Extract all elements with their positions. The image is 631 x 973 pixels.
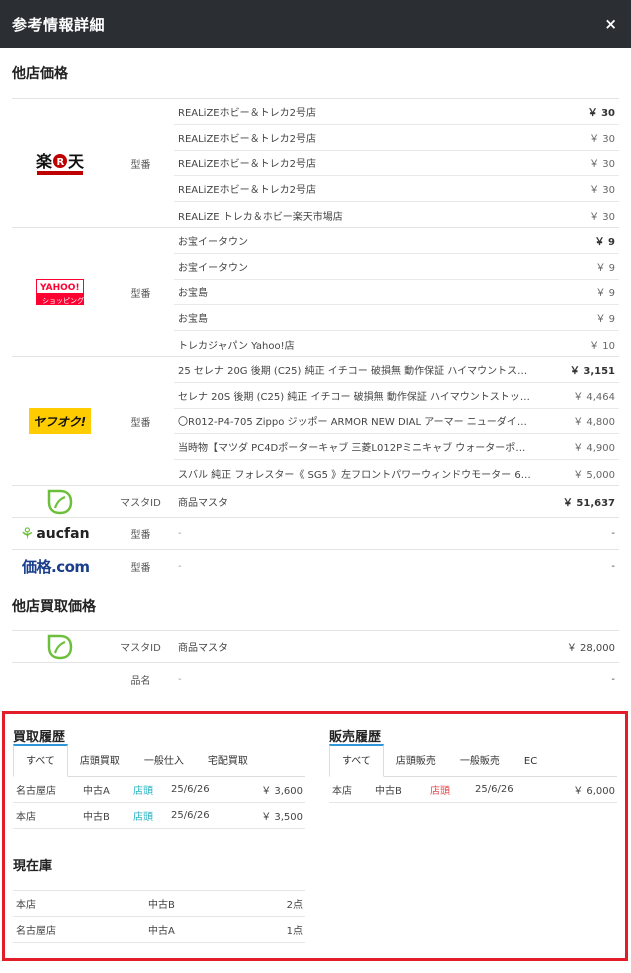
aucfan-name: - (178, 528, 182, 539)
buy-master-name: 商品マスタ (178, 643, 228, 654)
type-label: 型番 (130, 288, 151, 300)
type-label: マスタID (120, 643, 161, 654)
buy-history-title: 買取履歴 (13, 730, 66, 745)
tab-buy-delivery[interactable]: 宅配買取 (196, 752, 260, 776)
list-item: REALiZEホビー＆トレカ2号店 ￥ 30 (174, 125, 619, 151)
buy-row-name: 品名 - - (12, 663, 619, 695)
table-row: 名古屋店 中古A 店頭 25/6/26 ￥ 3,600 (13, 777, 305, 803)
price-row-aucfan: ⚘ aucfan 型番 - - (12, 518, 619, 550)
list-item: REALiZE トレカ＆ホビー楽天市場店 ￥ 30 (178, 211, 615, 223)
list-item: セレナ 20S 後期 (C25) 純正 イチコー 破損無 動作保証 ハイマウント… (174, 383, 619, 409)
table-row: 本店 中古B 店頭 25/6/26 ￥ 6,000 (329, 777, 617, 803)
list-item: お宝イータウン ￥ 9 (174, 254, 619, 280)
list-item: お宝島 ￥ 9 (174, 305, 619, 332)
other-store-price-table: 楽 R 天 型番 REALiZEホビー＆トレカ2号店 ￥ 30 REALiZEホビ… (12, 98, 619, 582)
svg-text:ショッピング: ショッピング (42, 296, 84, 305)
buy-name-price: - (611, 673, 615, 685)
modal-title: 参考情報詳細 (12, 15, 106, 34)
svg-text:天: 天 (68, 152, 85, 171)
buy-name-value: - (178, 673, 182, 685)
list-item: REALiZEホビー＆トレカ2号店 ￥ 30 (174, 151, 619, 177)
rakuten-logo: 楽 R 天 (12, 99, 107, 227)
price-group-rakuten: 楽 R 天 型番 REALiZEホビー＆トレカ2号店 ￥ 30 REALiZEホビ… (12, 99, 619, 228)
buy-history-panel: 買取履歴 すべて 店頭買取 一般仕入 宅配買取 名古屋店 中古A 店頭 25/6… (13, 726, 305, 943)
svg-text:楽: 楽 (35, 152, 53, 171)
master-price: ￥ 51,637 (562, 498, 615, 509)
modal-header: 参考情報詳細 × (0, 0, 631, 48)
svg-text:YAHOO!: YAHOO! (39, 283, 80, 293)
price-group-yahoo-auction: ヤフオク! 型番 25 セレナ 20G 後期 (C25) 純正 イチコー 破損無… (12, 357, 619, 486)
kakaku-logo: 価格.com (22, 557, 90, 576)
table-row: 名古屋店 中古A 1点 (13, 917, 305, 943)
buy-history-tabs: すべて 店頭買取 一般仕入 宅配買取 (13, 744, 305, 777)
leaf-icon (12, 486, 107, 518)
list-item: 当時物【マツダ PC4Dポーターキャブ 三菱L012Pミニキャブ ウォーターポン… (174, 434, 619, 461)
list-item: トレカジャパン Yahoo!店 ￥ 10 (178, 340, 615, 352)
list-item: スバル 純正 フォレスター《 SG5 》左フロントパワーウィンドウモーター 62… (178, 469, 615, 481)
table-row: 本店 中古B 2点 (13, 891, 305, 917)
aucfan-logo: ⚘ aucfan (20, 524, 90, 543)
close-icon[interactable]: × (604, 15, 617, 33)
kakaku-price: - (611, 560, 615, 572)
list-item: REALiZEホビー＆トレカ2号店 ￥ 30 (174, 99, 619, 125)
tab-buy-all[interactable]: すべて (13, 744, 68, 777)
svg-text:R: R (56, 157, 64, 168)
buy-master-price: ￥ 28,000 (566, 643, 615, 654)
tab-buy-store[interactable]: 店頭買取 (68, 752, 132, 776)
buy-row-master: マスタID 商品マスタ ￥ 28,000 (12, 631, 619, 663)
tab-sales-all[interactable]: すべて (329, 744, 384, 777)
other-store-price-title: 他店価格 (12, 66, 68, 82)
type-label: 型番 (130, 562, 151, 574)
other-store-buy-title: 他店買取価格 (12, 599, 96, 615)
tab-buy-general[interactable]: 一般仕入 (132, 752, 196, 776)
list-item: REALiZEホビー＆トレカ2号店 ￥ 30 (174, 176, 619, 203)
list-item: お宝島 ￥ 9 (174, 280, 619, 306)
type-label: 品名 (130, 675, 151, 687)
tab-sales-store[interactable]: 店頭販売 (384, 752, 448, 776)
master-name: 商品マスタ (178, 498, 228, 509)
yahoo-auction-logo: ヤフオク! (12, 357, 107, 485)
type-label: 型番 (130, 417, 151, 429)
reference-info-modal: 参考情報詳細 × 他店価格 楽 R 天 型番 REALiZEホビー＆トレカ2号店… (0, 0, 631, 973)
price-row-kakaku: 価格.com 型番 - - (12, 550, 619, 582)
history-highlight-box: 買取履歴 すべて 店頭買取 一般仕入 宅配買取 名古屋店 中古A 店頭 25/6… (2, 711, 628, 961)
price-group-yahoo-shopping: YAHOO! ショッピング 型番 お宝イータウン ￥ 9 お宝イータウン ￥ 9 お… (12, 228, 619, 357)
type-label: マスタID (120, 498, 161, 509)
aucfan-price: - (611, 528, 615, 539)
list-item: 〇R012-P4-705 Zippo ジッポー ARMOR NEW DIAL ア… (174, 409, 619, 435)
list-item: 25 セレナ 20G 後期 (C25) 純正 イチコー 破損無 動作保証 ハイマ… (174, 357, 619, 383)
tab-sales-ec[interactable]: EC (512, 756, 549, 776)
kakaku-name: - (178, 560, 182, 572)
other-store-buy-table: マスタID 商品マスタ ￥ 28,000 品名 - - (12, 630, 619, 695)
price-row-master: マスタID 商品マスタ ￥ 51,637 (12, 486, 619, 518)
sales-history-title: 販売履歴 (329, 730, 382, 745)
list-item: お宝イータウン ￥ 9 (174, 228, 619, 254)
type-label: 型番 (130, 530, 151, 541)
leaf-icon (12, 631, 107, 663)
type-label: 型番 (130, 159, 151, 171)
table-row: 本店 中古B 店頭 25/6/26 ￥ 3,500 (13, 803, 305, 829)
yahoo-shopping-logo: YAHOO! ショッピング (12, 228, 107, 356)
tab-sales-general[interactable]: 一般販売 (448, 752, 512, 776)
stock-title: 現在庫 (13, 859, 53, 874)
sales-history-tabs: すべて 店頭販売 一般販売 EC (329, 744, 617, 777)
sales-history-panel: 販売履歴 すべて 店頭販売 一般販売 EC 本店 中古B 店頭 25/6/26 … (329, 726, 617, 803)
